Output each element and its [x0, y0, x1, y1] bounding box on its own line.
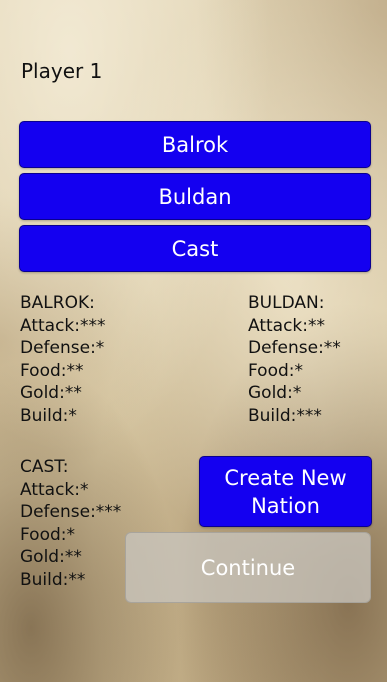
create-new-nation-button[interactable]: Create New Nation: [199, 456, 372, 527]
cast-gold: Gold:**: [20, 547, 82, 568]
balrok-food: Food:**: [20, 360, 84, 381]
cast-button[interactable]: Cast: [19, 225, 371, 272]
balrok-defense: Defense:*: [20, 338, 105, 359]
balrok-stats: BALROK: Attack:*** Defense:* Food:** Gol…: [20, 292, 106, 428]
cast-food: Food:*: [20, 524, 75, 545]
balrok-attack: Attack:***: [20, 315, 106, 336]
buldan-food: Food:*: [248, 360, 303, 381]
cast-stats: CAST: Attack:* Defense:*** Food:* Gold:*…: [20, 456, 121, 592]
buldan-build: Build:***: [248, 405, 322, 426]
balrok-button[interactable]: Balrok: [19, 121, 371, 168]
buldan-title: BULDAN:: [248, 293, 325, 313]
create-button-line2: Nation: [251, 493, 320, 518]
continue-button[interactable]: Continue: [125, 532, 371, 603]
balrok-gold: Gold:**: [20, 383, 82, 404]
buldan-gold: Gold:*: [248, 383, 302, 404]
buldan-button[interactable]: Buldan: [19, 173, 371, 220]
cast-defense: Defense:***: [20, 502, 122, 523]
cast-attack: Attack:*: [20, 479, 89, 500]
create-button-line1: Create New: [224, 465, 347, 490]
cast-build: Build:**: [20, 569, 86, 590]
buldan-attack: Attack:**: [248, 315, 325, 336]
balrok-title: BALROK:: [20, 293, 95, 313]
cast-title: CAST:: [20, 457, 69, 477]
player-label: Player 1: [21, 59, 103, 83]
buldan-stats: BULDAN: Attack:** Defense:** Food:* Gold…: [248, 292, 341, 428]
balrok-build: Build:*: [20, 405, 77, 426]
buldan-defense: Defense:**: [248, 338, 341, 359]
